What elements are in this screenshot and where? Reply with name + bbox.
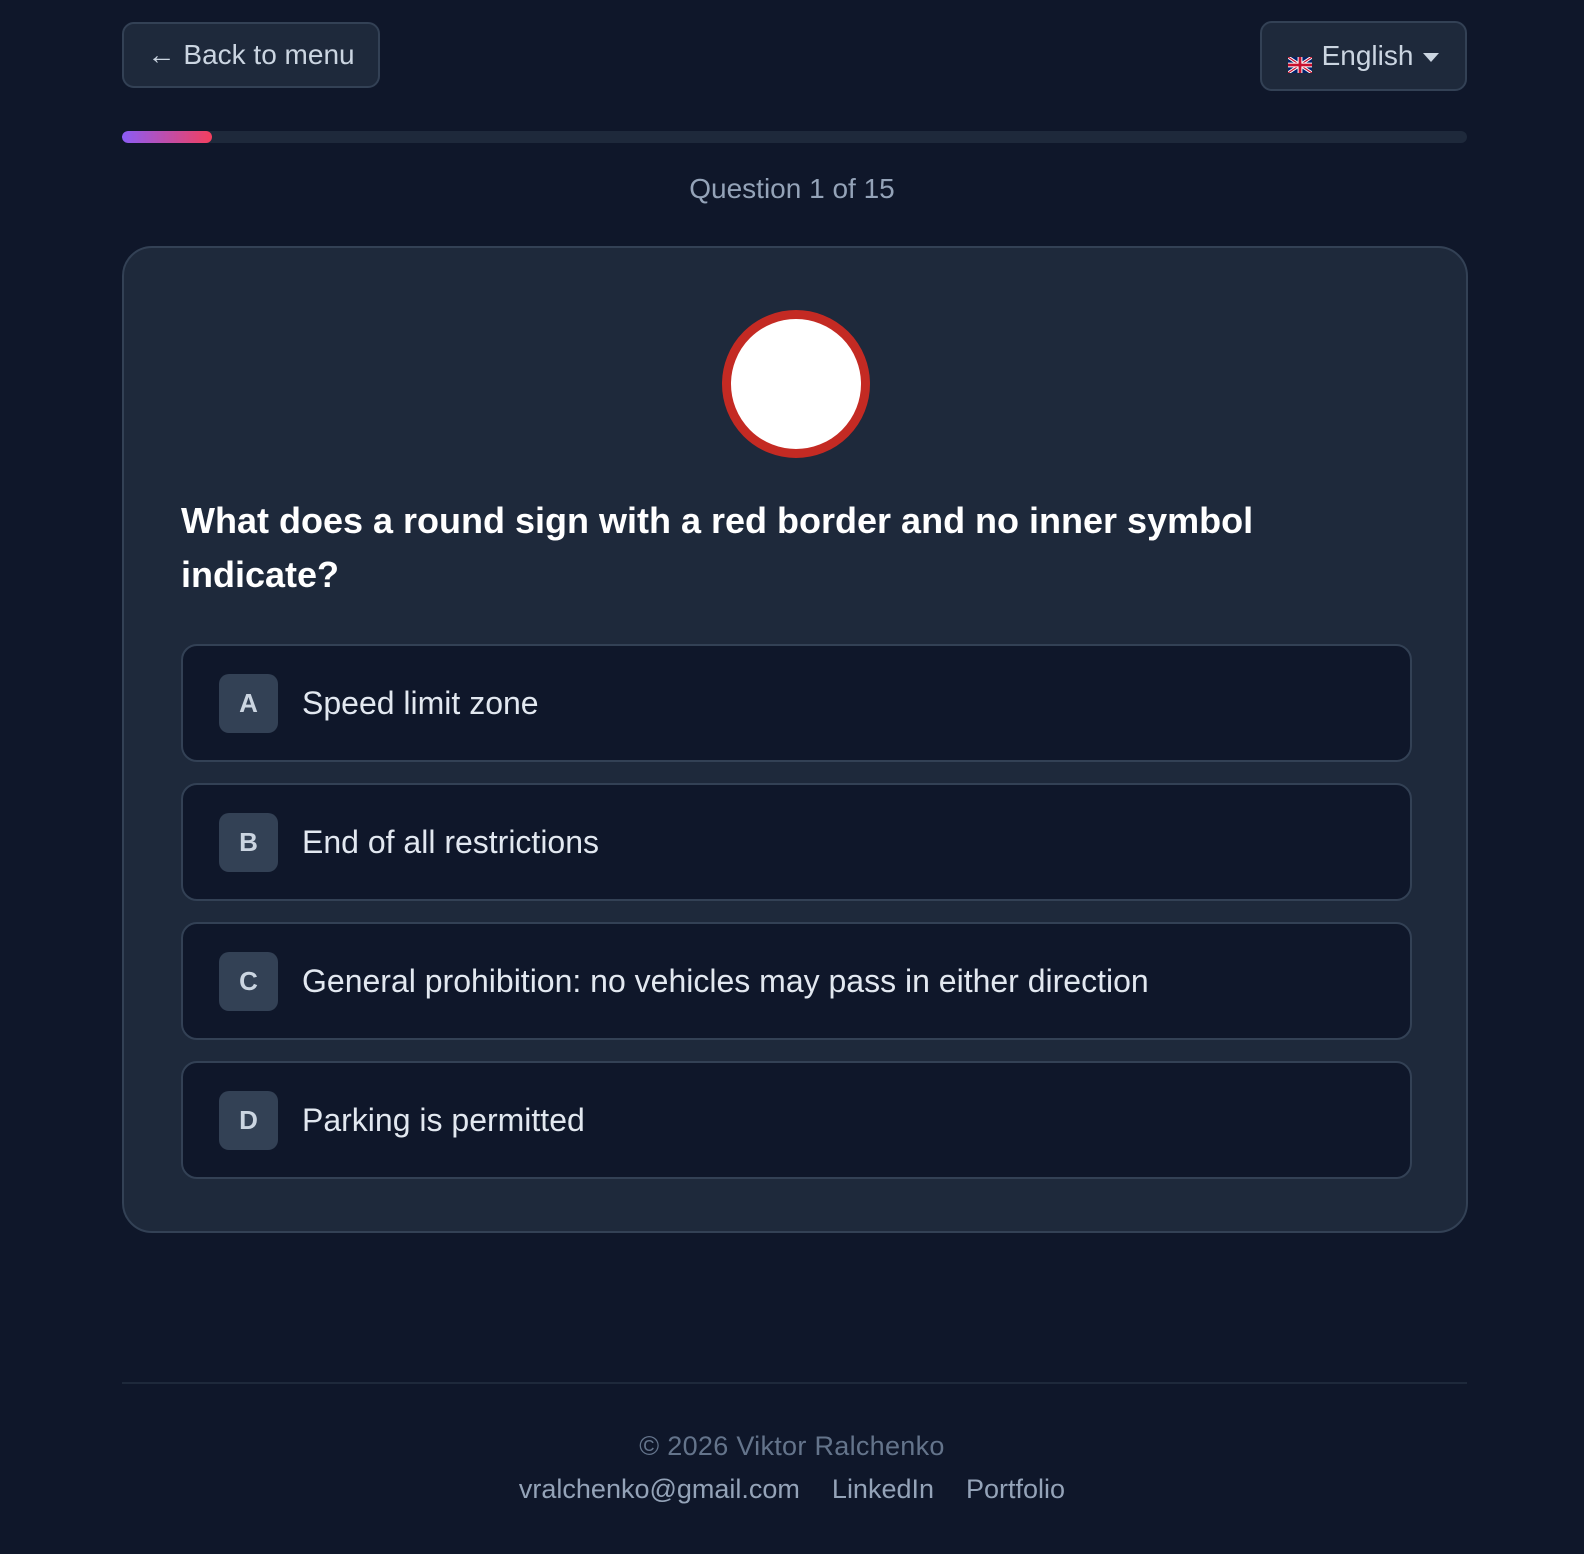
footer-portfolio-link[interactable]: Portfolio [966, 1474, 1065, 1505]
answer-option-c[interactable]: C General prohibition: no vehicles may p… [181, 922, 1412, 1040]
progress-bar-fill [122, 131, 213, 143]
footer-email-link[interactable]: vralchenko@gmail.com [519, 1474, 800, 1505]
question-card: What does a round sign with a red border… [122, 246, 1468, 1233]
answer-option-b[interactable]: B End of all restrictions [181, 783, 1412, 901]
option-letter-badge: C [219, 951, 278, 1011]
footer-divider [122, 1382, 1467, 1384]
quiz-page: ← Back to menu English Question 1 of 15 … [0, 0, 1584, 1554]
arrow-left-icon: ← [147, 39, 176, 70]
language-label: English [1321, 40, 1414, 71]
option-text: General prohibition: no vehicles may pas… [302, 962, 1149, 999]
question-counter: Question 1 of 15 [689, 173, 895, 204]
option-text: Speed limit zone [302, 684, 539, 721]
option-letter-badge: D [219, 1090, 278, 1150]
progress-bar [122, 131, 1467, 143]
uk-flag-icon [1286, 48, 1313, 75]
option-letter-badge: B [219, 812, 278, 872]
option-text: End of all restrictions [302, 823, 600, 860]
chevron-down-icon [1423, 53, 1440, 62]
answer-option-d[interactable]: D Parking is permitted [181, 1061, 1412, 1179]
top-bar: ← Back to menu English [122, 21, 1467, 91]
footer-copyright: © 2026 Viktor Ralchenko [639, 1431, 945, 1461]
language-selector[interactable]: English [1260, 21, 1467, 91]
back-to-menu-label: Back to menu [183, 39, 355, 70]
question-text: What does a round sign with a red border… [181, 500, 1254, 595]
answer-options: A Speed limit zone B End of all restrict… [181, 644, 1412, 1200]
footer-linkedin-link[interactable]: LinkedIn [832, 1474, 934, 1505]
option-letter-badge: A [219, 673, 278, 733]
answer-option-a[interactable]: A Speed limit zone [181, 644, 1412, 762]
option-text: Parking is permitted [302, 1101, 585, 1138]
back-to-menu-button[interactable]: ← Back to menu [122, 22, 380, 88]
traffic-sign-image [722, 310, 870, 458]
footer-links: vralchenko@gmail.com LinkedIn Portfolio [0, 1474, 1584, 1505]
